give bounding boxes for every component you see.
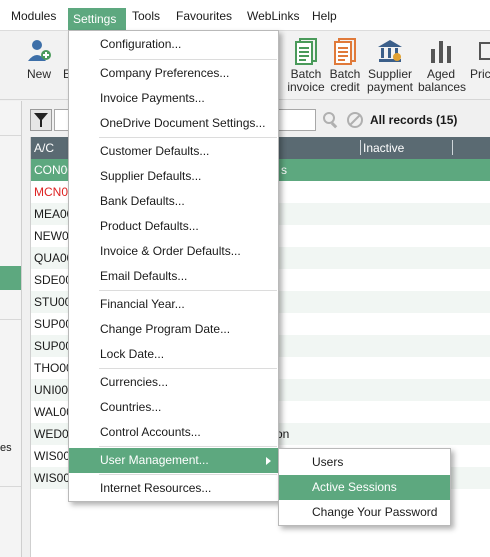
menu-separator	[99, 290, 277, 291]
bank-icon	[377, 37, 403, 65]
aged-balances-button[interactable]: Aged balances	[418, 37, 467, 94]
row-code: UNI00	[34, 383, 69, 397]
batch-invoice-icon	[293, 37, 319, 65]
menu-item-configuration[interactable]: Configuration...	[69, 32, 278, 57]
menu-item-company-preferences[interactable]: Company Preferences...	[69, 61, 278, 86]
menu-item-countries[interactable]: Countries...	[69, 395, 278, 420]
supplier-payment-label-2: payment	[366, 80, 414, 94]
menu-item-change-program-date[interactable]: Change Program Date...	[69, 317, 278, 342]
user-management-submenu: Users Active Sessions Change Your Passwo…	[278, 448, 451, 526]
submenu-arrow-icon	[266, 457, 271, 465]
submenu-item-users[interactable]: Users	[279, 450, 450, 475]
menu-item-product-defaults[interactable]: Product Defaults...	[69, 214, 278, 239]
batch-credit-button[interactable]: Batch credit	[329, 37, 361, 94]
left-nav: es	[0, 101, 22, 557]
row-cell: s	[281, 163, 287, 177]
menu-item-user-management[interactable]: User Management...	[69, 448, 278, 473]
menu-separator	[99, 368, 277, 369]
menu-item-financial-year[interactable]: Financial Year...	[69, 292, 278, 317]
new-button[interactable]: New	[26, 37, 52, 81]
new-label: New	[26, 67, 51, 81]
column-divider	[360, 140, 361, 155]
menu-item-bank-defaults[interactable]: Bank Defaults...	[69, 189, 278, 214]
records-count: All records (15)	[370, 113, 458, 127]
batch-invoice-button[interactable]: Batch invoice	[286, 37, 326, 94]
aged-balances-label-2: balances	[418, 80, 467, 94]
submenu-item-change-password[interactable]: Change Your Password	[279, 500, 450, 525]
menu-weblinks[interactable]: WebLinks	[242, 6, 304, 26]
price-button[interactable]: Pric	[470, 37, 490, 81]
menu-item-currencies[interactable]: Currencies...	[69, 370, 278, 395]
nav-selected-item[interactable]	[0, 266, 21, 290]
price-label: Pric	[470, 67, 490, 81]
row-code: SUP00	[34, 339, 73, 353]
menu-item-invoice-order-defaults[interactable]: Invoice & Order Defaults...	[69, 239, 278, 264]
price-icon	[470, 37, 490, 65]
menu-modules[interactable]: Modules	[6, 6, 61, 26]
menu-tools[interactable]: Tools	[127, 6, 165, 26]
menu-separator	[99, 474, 277, 475]
settings-menu: Configuration... Company Preferences... …	[68, 30, 279, 502]
nav-divider	[0, 319, 21, 320]
row-code: WIS00	[34, 471, 71, 485]
row-code: STU00	[34, 295, 72, 309]
batch-invoice-label-2: invoice	[287, 80, 325, 94]
nav-divider	[0, 486, 21, 487]
row-code: SDE00	[34, 273, 73, 287]
filter-button[interactable]	[30, 109, 52, 131]
menu-separator	[99, 446, 277, 447]
menu-item-internet-resources[interactable]: Internet Resources...	[69, 476, 278, 501]
menu-item-onedrive-settings[interactable]: OneDrive Document Settings...	[69, 111, 278, 136]
bar-chart-icon	[428, 37, 454, 65]
row-code: SUP00	[34, 317, 73, 331]
column-inactive[interactable]: Inactive	[363, 141, 404, 155]
clear-icon[interactable]	[346, 111, 364, 129]
menu-item-control-accounts[interactable]: Control Accounts...	[69, 420, 278, 445]
menu-favourites[interactable]: Favourites	[171, 6, 237, 26]
user-management-label: User Management...	[100, 453, 209, 467]
batch-credit-label-2: credit	[330, 80, 360, 94]
menu-item-customer-defaults[interactable]: Customer Defaults...	[69, 139, 278, 164]
menu-item-invoice-payments[interactable]: Invoice Payments...	[69, 86, 278, 111]
row-code: THO00	[34, 361, 73, 375]
add-user-icon	[26, 37, 52, 65]
menu-item-email-defaults[interactable]: Email Defaults...	[69, 264, 278, 289]
row-code: WIS00	[34, 449, 71, 463]
menu-item-lock-date[interactable]: Lock Date...	[69, 342, 278, 367]
column-ac[interactable]: A/C	[34, 141, 54, 155]
submenu-item-active-sessions[interactable]: Active Sessions	[279, 475, 450, 500]
nav-divider	[0, 135, 21, 136]
column-divider	[452, 140, 453, 155]
menu-help[interactable]: Help	[307, 6, 342, 26]
supplier-payment-button[interactable]: Supplier payment	[366, 37, 414, 94]
search-icon[interactable]	[322, 111, 340, 129]
menu-item-supplier-defaults[interactable]: Supplier Defaults...	[69, 164, 278, 189]
menu-separator	[99, 137, 277, 138]
batch-credit-icon	[332, 37, 358, 65]
menu-separator	[99, 59, 277, 60]
nav-item-label[interactable]: es	[0, 442, 12, 454]
menu-bar: Modules Settings Tools Favourites WebLin…	[0, 0, 490, 31]
menu-settings[interactable]: Settings	[68, 8, 126, 30]
filter-icon	[34, 113, 48, 127]
